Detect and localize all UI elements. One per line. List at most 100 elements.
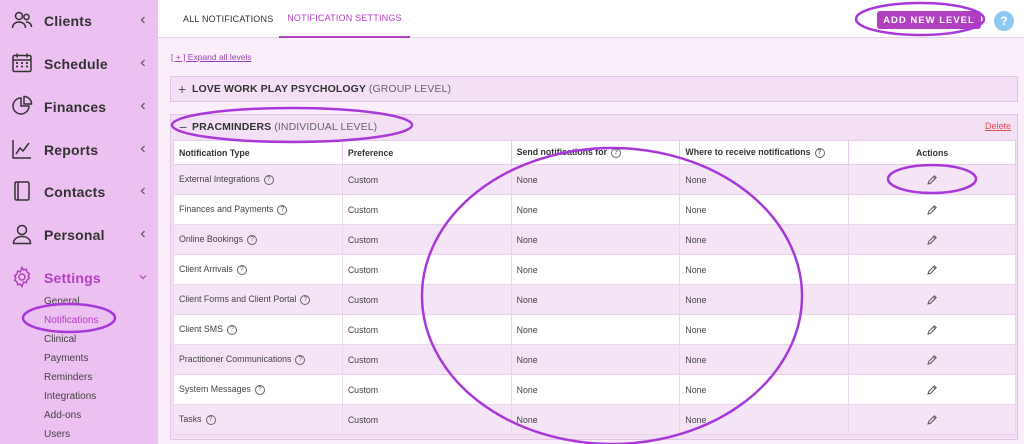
cell-preference: Custom <box>341 284 512 315</box>
sidebar-sub-payments[interactable]: Payments <box>44 353 88 364</box>
sidebar-item-label: Clients <box>44 13 93 29</box>
table-row: Practitioner Communications? Custom None No… <box>173 344 1016 375</box>
chevron-left-icon <box>140 145 145 153</box>
sidebar-sub-integrations[interactable]: Integrations <box>44 391 96 402</box>
sidebar: Clients Schedule Finances Reports Contac… <box>0 0 158 444</box>
help-circle-icon[interactable]: ? <box>814 147 825 158</box>
cell-actions <box>848 374 1016 405</box>
delete-level-link[interactable]: Delete <box>985 121 1011 131</box>
users-icon <box>11 11 33 29</box>
cell-send-for: None <box>510 374 681 405</box>
notification-type-label: Online Bookings <box>179 234 244 245</box>
help-circle-icon[interactable]: ? <box>236 264 247 275</box>
sidebar-item-label: Finances <box>44 99 107 115</box>
top-bar: ALL NOTIFICATIONS NOTIFICATION SETTINGS … <box>158 0 1024 38</box>
edit-pencil-icon[interactable] <box>926 204 938 216</box>
chevron-down-icon <box>139 275 147 280</box>
sidebar-sub-reminders[interactable]: Reminders <box>44 372 92 383</box>
help-circle-icon[interactable]: ? <box>295 354 306 365</box>
table-row: System Messages? Custom None None <box>173 374 1016 405</box>
cell-actions <box>848 254 1016 285</box>
cell-preference: Custom <box>341 314 512 345</box>
cell-send-for: None <box>510 254 681 285</box>
tab-notification-settings[interactable]: NOTIFICATION SETTINGS <box>279 0 410 38</box>
cell-preference: Custom <box>341 254 512 285</box>
tab-all-notifications[interactable]: ALL NOTIFICATIONS <box>183 0 273 38</box>
cell-send-for: None <box>510 284 681 315</box>
sidebar-sub-general[interactable]: General <box>44 296 80 307</box>
edit-pencil-icon[interactable] <box>926 354 938 366</box>
cell-where: None <box>679 314 850 345</box>
person-icon <box>12 224 32 245</box>
cell-notification-type: Tasks? <box>173 404 343 435</box>
expand-toggle-icon[interactable]: + <box>178 81 186 97</box>
cell-send-for: None <box>510 314 681 345</box>
sidebar-item-label: Contacts <box>44 184 106 200</box>
sidebar-item-settings[interactable]: Settings <box>0 263 158 293</box>
sidebar-sub-users[interactable]: Users <box>44 429 70 440</box>
sidebar-item-label: Schedule <box>44 56 108 72</box>
help-circle-icon[interactable]: ? <box>611 147 622 158</box>
individual-level-panel: − PRACMINDERS (INDIVIDUAL LEVEL) Delete … <box>170 114 1018 440</box>
help-circle-icon[interactable]: ? <box>300 294 311 305</box>
sidebar-sub-add-ons[interactable]: Add-ons <box>44 410 81 421</box>
group-level-panel[interactable]: + LOVE WORK PLAY PSYCHOLOGY (GROUP LEVEL… <box>170 76 1018 102</box>
edit-pencil-icon[interactable] <box>926 414 938 426</box>
expand-all-levels-link[interactable]: [ + ] Expand all levels <box>171 52 252 62</box>
sidebar-item-schedule[interactable]: Schedule <box>0 49 158 79</box>
help-circle-icon[interactable]: ? <box>205 414 216 425</box>
sidebar-item-label: Personal <box>44 227 105 243</box>
notification-type-label: Client SMS <box>179 324 223 335</box>
cell-preference: Custom <box>341 224 512 255</box>
notification-type-label: Finances and Payments <box>179 204 274 215</box>
cell-actions <box>848 404 1016 435</box>
help-icon[interactable]: ? <box>994 11 1014 31</box>
sidebar-sub-clinical[interactable]: Clinical <box>44 334 76 345</box>
sidebar-item-finances[interactable]: Finances <box>0 92 158 122</box>
table-header-row: Notification Type Preference Send notifi… <box>173 140 1016 165</box>
cell-actions <box>848 164 1016 195</box>
gear-icon <box>13 266 31 288</box>
chevron-left-icon <box>140 16 145 24</box>
cell-actions <box>848 194 1016 225</box>
cell-where: None <box>679 194 850 225</box>
column-header-notification-type: Notification Type <box>173 140 343 165</box>
help-circle-icon[interactable]: ? <box>247 234 258 245</box>
chevron-left-icon <box>140 230 145 238</box>
cell-actions <box>848 314 1016 345</box>
individual-level-header[interactable]: − PRACMINDERS (INDIVIDUAL LEVEL) Delete <box>171 115 1017 139</box>
column-header-label: Send notifications for <box>516 147 608 158</box>
help-circle-icon[interactable]: ? <box>254 384 265 395</box>
group-level-name: LOVE WORK PLAY PSYCHOLOGY <box>192 83 366 95</box>
table-row: Client SMS? Custom None None <box>173 314 1016 345</box>
chevron-left-icon <box>140 59 145 67</box>
sidebar-sub-notifications[interactable]: Notifications <box>44 315 98 326</box>
table-row: Finances and Payments? Custom None None <box>173 194 1016 225</box>
edit-pencil-icon[interactable] <box>926 264 938 276</box>
edit-pencil-icon[interactable] <box>926 294 938 306</box>
edit-pencil-icon[interactable] <box>926 324 938 336</box>
sidebar-item-contacts[interactable]: Contacts <box>0 177 158 207</box>
cell-notification-type: Client Forms and Client Portal? <box>173 284 343 315</box>
line-chart-icon <box>12 140 31 159</box>
cell-notification-type: Finances and Payments? <box>173 194 343 225</box>
sidebar-item-reports[interactable]: Reports <box>0 135 158 165</box>
collapse-toggle-icon[interactable]: − <box>179 119 187 135</box>
cell-where: None <box>679 404 850 435</box>
sidebar-item-label: Reports <box>44 142 99 158</box>
column-header-where: Where to receive notifications? <box>679 140 850 165</box>
add-new-level-button[interactable]: ADD NEW LEVEL <box>877 11 981 29</box>
notification-type-label: System Messages <box>179 384 251 395</box>
cell-where: None <box>679 344 850 375</box>
sidebar-item-personal[interactable]: Personal <box>0 220 158 250</box>
help-circle-icon[interactable]: ? <box>263 174 274 185</box>
cell-where: None <box>679 254 850 285</box>
help-circle-icon[interactable]: ? <box>227 324 237 335</box>
edit-pencil-icon[interactable] <box>926 234 938 246</box>
cell-where: None <box>679 224 850 255</box>
edit-pencil-icon[interactable] <box>926 384 938 396</box>
cell-notification-type: Client Arrivals? <box>173 254 343 285</box>
sidebar-item-clients[interactable]: Clients <box>0 6 158 36</box>
help-circle-icon[interactable]: ? <box>277 204 288 215</box>
edit-pencil-icon[interactable] <box>926 174 938 186</box>
